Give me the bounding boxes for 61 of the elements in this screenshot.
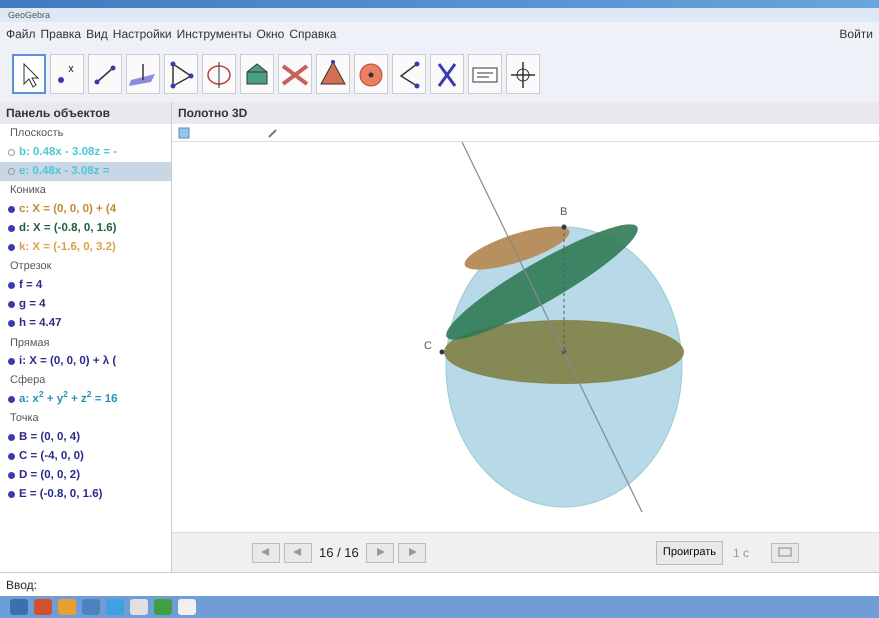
group-label[interactable]: Сфера	[0, 371, 171, 390]
visibility-dot[interactable]	[8, 434, 15, 441]
group-label[interactable]: Прямая	[0, 334, 171, 352]
window-icon	[778, 547, 792, 558]
object-definition[interactable]: f = 4	[19, 276, 42, 294]
object-definition[interactable]: i: X = (0, 0, 0) + λ (	[19, 353, 116, 370]
tool-button[interactable]	[468, 54, 502, 94]
tool-button[interactable]	[88, 54, 122, 94]
object-definition[interactable]: d: X = (-0.8, 0, 1.6)	[19, 220, 116, 237]
tool-button[interactable]	[164, 54, 198, 94]
window-title: GeoGebra	[0, 8, 879, 22]
object-definition[interactable]: D = (0, 0, 2)	[19, 467, 80, 484]
play-button[interactable]: Проиграть	[656, 540, 723, 564]
visibility-dot[interactable]	[8, 224, 15, 232]
visibility-dot[interactable]	[8, 358, 15, 366]
view-button[interactable]	[771, 542, 799, 562]
visibility-dot[interactable]	[8, 148, 15, 156]
menu-item[interactable]: Справка	[289, 25, 336, 43]
pencil-icon[interactable]	[268, 128, 278, 138]
visibility-dot[interactable]	[8, 206, 15, 213]
group-label[interactable]: Плоскость	[0, 124, 171, 142]
tool-button[interactable]	[430, 54, 464, 94]
tool-button[interactable]	[12, 54, 46, 94]
menu-item[interactable]: Инструменты	[176, 25, 252, 43]
menu-item[interactable]: Правка	[40, 25, 82, 43]
panel-title: Панель объектов	[0, 102, 171, 124]
tool-button[interactable]	[50, 54, 84, 94]
login-link[interactable]: Войти	[839, 25, 873, 43]
menu-item[interactable]: Файл	[6, 25, 36, 43]
graphics-style-icon[interactable]	[178, 126, 192, 138]
visibility-dot[interactable]	[8, 452, 15, 460]
group-label[interactable]: Отрезок	[0, 257, 171, 276]
visibility-dot[interactable]	[8, 320, 15, 328]
visibility-dot[interactable]	[8, 301, 15, 308]
menu-item[interactable]: Вид	[86, 25, 108, 43]
tool-button[interactable]	[506, 54, 540, 94]
group-label[interactable]: Коника	[0, 181, 171, 200]
point-label: B	[560, 205, 568, 220]
object-definition[interactable]: g = 4	[19, 296, 46, 314]
visibility-dot[interactable]	[8, 491, 15, 498]
visibility-dot[interactable]	[8, 282, 15, 289]
step-counter: 16 / 16	[319, 544, 359, 562]
visibility-dot[interactable]	[8, 244, 15, 252]
tool-button[interactable]	[240, 54, 274, 94]
input-bar[interactable]: Ввод:	[0, 572, 879, 596]
menu-item[interactable]: Настройки	[112, 25, 172, 43]
visibility-dot[interactable]	[8, 472, 15, 480]
object-definition[interactable]: a: x$^{2}$ + y$^{2}$ + z$^{2}$ = 16	[19, 390, 118, 408]
tool-button[interactable]	[316, 54, 350, 94]
object-definition[interactable]: E = (-0.8, 0, 1.6)	[19, 486, 102, 504]
tool-button[interactable]	[392, 54, 426, 94]
object-definition[interactable]: C = (-4, 0, 0)	[19, 448, 84, 465]
object-definition[interactable]: B = (0, 0, 4)	[19, 428, 80, 446]
menu-item[interactable]: Окно	[256, 25, 284, 43]
point-label: C	[424, 339, 432, 354]
panel-title: Полотно 3D	[172, 102, 879, 124]
input-label: Ввод:	[6, 576, 37, 594]
group-label[interactable]: Точка	[0, 409, 171, 428]
visibility-dot[interactable]	[8, 396, 15, 403]
object-definition[interactable]: h = 4.47	[19, 315, 62, 332]
visibility-dot[interactable]	[8, 168, 15, 175]
